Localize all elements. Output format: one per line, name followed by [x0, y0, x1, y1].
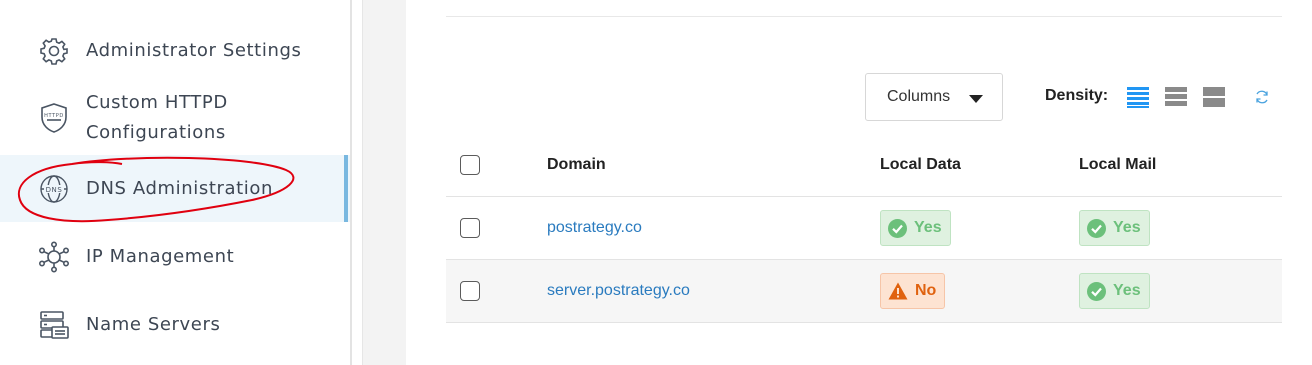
columns-button-label: Columns	[887, 88, 951, 105]
sidebar-item-label: Administrator Settings	[86, 40, 302, 61]
gear-icon	[38, 35, 70, 67]
status-badge-label: Yes	[1113, 282, 1141, 299]
check-circle-icon	[888, 218, 907, 238]
local-data-cell: No	[880, 260, 946, 322]
svg-text:HTTPD: HTTPD	[44, 113, 64, 119]
server-stack-icon	[38, 309, 70, 341]
density-label: Density:	[1045, 87, 1109, 104]
domains-table: Domain Local Data Local Mail postrategy.…	[446, 134, 1282, 323]
check-circle-icon	[1087, 218, 1106, 238]
status-badge: No	[880, 273, 946, 309]
select-all-checkbox[interactable]	[460, 155, 480, 175]
sidebar-item-label: Name Servers	[86, 314, 221, 335]
sidebar-item-label: DNS Administration	[86, 177, 273, 199]
divider	[446, 16, 1282, 17]
row-checkbox[interactable]	[460, 281, 480, 301]
row-checkbox[interactable]	[460, 218, 480, 238]
sidebar-item-label: Custom HTTPD Configurations	[86, 92, 228, 143]
sidebar-item-name-servers[interactable]: Name Servers	[0, 307, 350, 343]
caret-down-icon	[969, 95, 983, 103]
network-hub-icon	[38, 241, 70, 273]
select-all-cell	[460, 134, 480, 196]
status-badge: Yes	[1079, 210, 1150, 246]
domain-link[interactable]: postrategy.co	[547, 197, 642, 259]
column-header-local-mail[interactable]: Local Mail	[1079, 134, 1156, 196]
density-standard-icon[interactable]	[1165, 86, 1187, 108]
app-root: Administrator Settings HTTPD Custom HTTP…	[0, 0, 1312, 365]
row-select-cell	[460, 260, 480, 322]
status-badge: Yes	[1079, 273, 1150, 309]
row-select-cell	[460, 197, 480, 259]
column-header-domain[interactable]: Domain	[547, 134, 606, 196]
status-badge: Yes	[880, 210, 951, 246]
local-mail-cell: Yes	[1079, 260, 1150, 322]
sidebar-item-administrator-settings[interactable]: Administrator Settings	[0, 33, 350, 69]
table-row: postrategy.co Yes Yes	[446, 197, 1282, 260]
table-row: server.postrategy.co No Yes	[446, 260, 1282, 323]
content-gutter	[362, 0, 406, 365]
status-badge-label: Yes	[914, 219, 942, 236]
warning-icon	[888, 282, 908, 300]
check-circle-icon	[1087, 281, 1106, 301]
svg-text:DNS: DNS	[46, 186, 63, 194]
sidebar: Administrator Settings HTTPD Custom HTTP…	[0, 0, 352, 365]
density-comfortable-icon[interactable]	[1203, 86, 1225, 108]
local-mail-cell: Yes	[1079, 197, 1150, 259]
dns-globe-icon: DNS	[38, 173, 70, 205]
sidebar-item-custom-httpd-configurations[interactable]: HTTPD Custom HTTPD Configurations	[0, 88, 350, 148]
column-header-local-data[interactable]: Local Data	[880, 134, 961, 196]
local-data-cell: Yes	[880, 197, 951, 259]
sidebar-item-ip-management[interactable]: IP Management	[0, 239, 350, 275]
main-panel: Columns Density: Domain Local Data Local…	[406, 0, 1312, 365]
status-badge-label: Yes	[1113, 219, 1141, 236]
density-compact-icon[interactable]	[1127, 86, 1149, 108]
refresh-icon[interactable]	[1254, 89, 1270, 105]
status-badge-label: No	[915, 282, 937, 299]
sidebar-item-dns-administration[interactable]: DNS DNS Administration	[0, 155, 350, 222]
columns-button[interactable]: Columns	[865, 73, 1003, 121]
domain-link[interactable]: server.postrategy.co	[547, 260, 690, 322]
httpd-shield-icon: HTTPD	[38, 102, 70, 134]
sidebar-item-label: IP Management	[86, 246, 235, 267]
table-header-row: Domain Local Data Local Mail	[446, 134, 1282, 197]
